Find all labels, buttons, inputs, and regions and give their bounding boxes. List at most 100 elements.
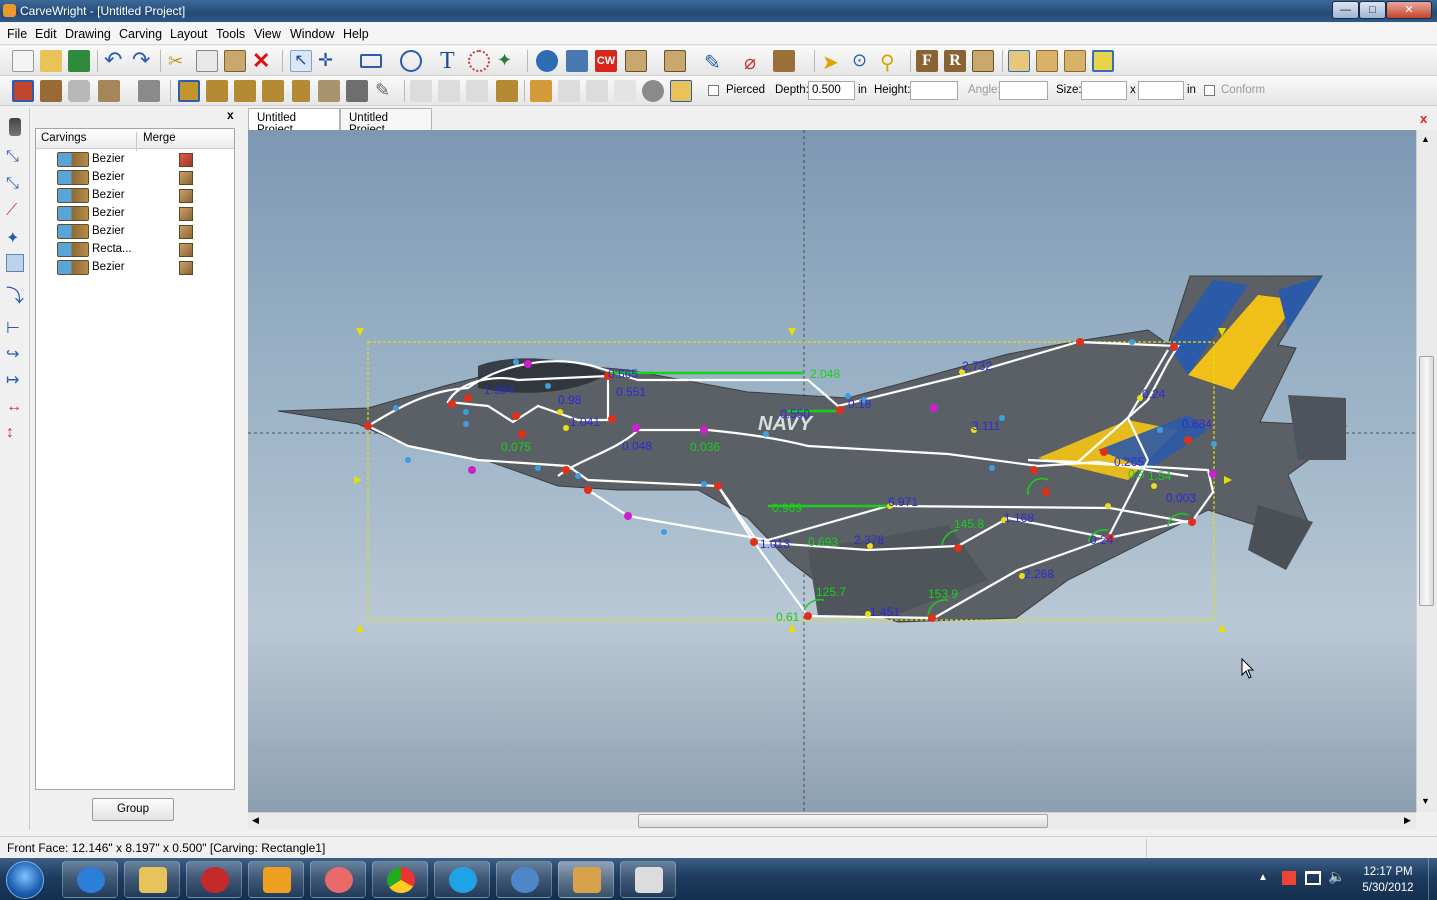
bitmap-icon[interactable] [40, 80, 62, 102]
tray-expand-icon[interactable]: ▲ [1258, 872, 1268, 883]
depth-input[interactable]: 0.500 [808, 81, 855, 100]
size-width-input[interactable] [1081, 81, 1127, 100]
rock-icon[interactable] [642, 80, 664, 102]
text-tool-icon[interactable]: T [440, 49, 462, 73]
flat-bit-icon[interactable] [178, 80, 200, 102]
globe-icon[interactable] [536, 50, 558, 72]
view-2d-icon[interactable] [1008, 50, 1030, 72]
conform-checkbox[interactable] [1204, 85, 1215, 96]
vertical-scroll-thumb[interactable] [1419, 356, 1434, 606]
maximize-button[interactable]: □ [1359, 1, 1386, 19]
pierced-checkbox[interactable] [708, 85, 719, 96]
menu-help[interactable]: Help [343, 27, 369, 41]
column-carvings[interactable]: Carvings [41, 132, 86, 144]
redo-icon[interactable]: ↷ [132, 49, 154, 72]
menu-window[interactable]: Window [290, 27, 334, 41]
tab-project-1[interactable]: Untitled Project [248, 108, 340, 136]
taskbar-chrome[interactable] [372, 861, 428, 898]
scroll-icon[interactable] [530, 80, 552, 102]
texture-fill-icon[interactable] [346, 80, 368, 102]
emboss-icon[interactable] [68, 80, 90, 102]
pointer-star-icon[interactable]: ➤ [822, 50, 844, 74]
front-face-icon[interactable]: F [916, 50, 938, 72]
router-bit-icon[interactable]: ⌀ [744, 50, 766, 74]
taskbar-skype[interactable] [434, 861, 490, 898]
library-icon[interactable] [566, 50, 588, 72]
arc-join-icon[interactable]: ↪ [6, 344, 24, 363]
stamp-icon[interactable] [773, 50, 795, 72]
list-item[interactable]: Bezier [36, 259, 234, 277]
delete-icon[interactable]: ✕ [252, 50, 274, 72]
paste-icon[interactable] [224, 50, 246, 72]
merge-icon[interactable] [179, 189, 193, 203]
new-file-icon[interactable] [12, 50, 34, 72]
merge-icon[interactable] [179, 153, 193, 167]
texture-icon[interactable] [664, 50, 686, 72]
brush-icon[interactable]: ✎ [375, 80, 397, 102]
merge-icon[interactable] [179, 243, 193, 257]
zoom-fit-icon[interactable]: ⊙ [852, 50, 874, 72]
volume-icon[interactable]: 🔈 [1328, 868, 1345, 885]
menu-file[interactable]: File [7, 27, 27, 41]
horizontal-scrollbar[interactable]: ◀ ▶ [248, 812, 1416, 829]
list-item[interactable]: Bezier [36, 205, 234, 223]
list-item[interactable]: Bezier [36, 169, 234, 187]
ellipse-tool-icon[interactable] [400, 50, 422, 72]
round-bit-icon[interactable] [206, 80, 228, 102]
arrow-right-icon[interactable]: ↦ [6, 370, 24, 389]
scroll-down-icon[interactable]: ▼ [1421, 796, 1430, 806]
ogee-bit-icon[interactable] [262, 80, 284, 102]
bit-icon[interactable] [9, 118, 21, 136]
lasso-icon[interactable] [468, 50, 490, 72]
cw-logo-icon[interactable]: CW [595, 50, 617, 72]
menu-tools[interactable]: Tools [216, 27, 245, 41]
folder-open-icon[interactable] [670, 80, 692, 102]
menu-layout[interactable]: Layout [170, 27, 208, 41]
size-height-input[interactable] [1138, 81, 1184, 100]
view-tiles-icon[interactable] [1064, 50, 1086, 72]
board-icon[interactable] [972, 50, 994, 72]
taskbar-app-1[interactable] [62, 861, 118, 898]
action-center-icon[interactable] [1282, 871, 1296, 885]
open-folder-icon[interactable] [40, 50, 62, 72]
merge-icon[interactable] [179, 171, 193, 185]
minimize-button[interactable]: — [1332, 1, 1359, 19]
merge-icon[interactable] [179, 261, 193, 275]
merge-icon[interactable] [179, 207, 193, 221]
taskbar-network[interactable] [496, 861, 552, 898]
merge-icon[interactable] [179, 225, 193, 239]
node-mode-icon[interactable] [6, 254, 24, 272]
close-button[interactable]: ✕ [1386, 1, 1432, 19]
group-button[interactable]: Group [92, 798, 174, 821]
menu-view[interactable]: View [254, 27, 281, 41]
start-button[interactable] [6, 861, 44, 899]
slab-icon[interactable] [496, 80, 518, 102]
node-edit-icon[interactable]: ✛ [318, 50, 340, 72]
vertical-scrollbar[interactable]: ▲ ▼ [1416, 130, 1437, 812]
show-desktop-button[interactable] [1428, 858, 1437, 900]
carve-region-icon[interactable] [12, 80, 34, 102]
taskbar-carvewright[interactable] [558, 861, 614, 898]
view-grid-icon[interactable] [1036, 50, 1058, 72]
pattern-icon[interactable] [625, 50, 647, 72]
taskbar-app-3[interactable] [186, 861, 242, 898]
horizontal-line-icon[interactable]: ↔ [6, 398, 24, 416]
menu-edit[interactable]: Edit [35, 27, 57, 41]
taskbar-explorer[interactable] [124, 861, 180, 898]
list-item[interactable]: Bezier [36, 187, 234, 205]
list-item[interactable]: Recta... [36, 241, 234, 259]
rear-face-icon[interactable]: R [944, 50, 966, 72]
list-item[interactable]: Bezier [36, 223, 234, 241]
curve-icon[interactable]: ⤵ [6, 282, 24, 306]
canvas-close-button[interactable]: x [1420, 111, 1427, 126]
list-item[interactable]: Bezier [36, 151, 234, 169]
undo-icon[interactable]: ↶ [104, 49, 126, 72]
network-icon[interactable] [1305, 871, 1321, 885]
node-split-icon[interactable]: ✦ [6, 228, 24, 247]
taskbar-snipping[interactable] [310, 861, 366, 898]
vee-bit-icon[interactable] [234, 80, 256, 102]
pen-icon[interactable]: ✎ [704, 50, 726, 74]
view-3d-icon[interactable] [1092, 50, 1114, 72]
zoom-icon[interactable]: ⚲ [880, 50, 902, 74]
select-arrow-icon[interactable]: ↖ [290, 50, 312, 72]
